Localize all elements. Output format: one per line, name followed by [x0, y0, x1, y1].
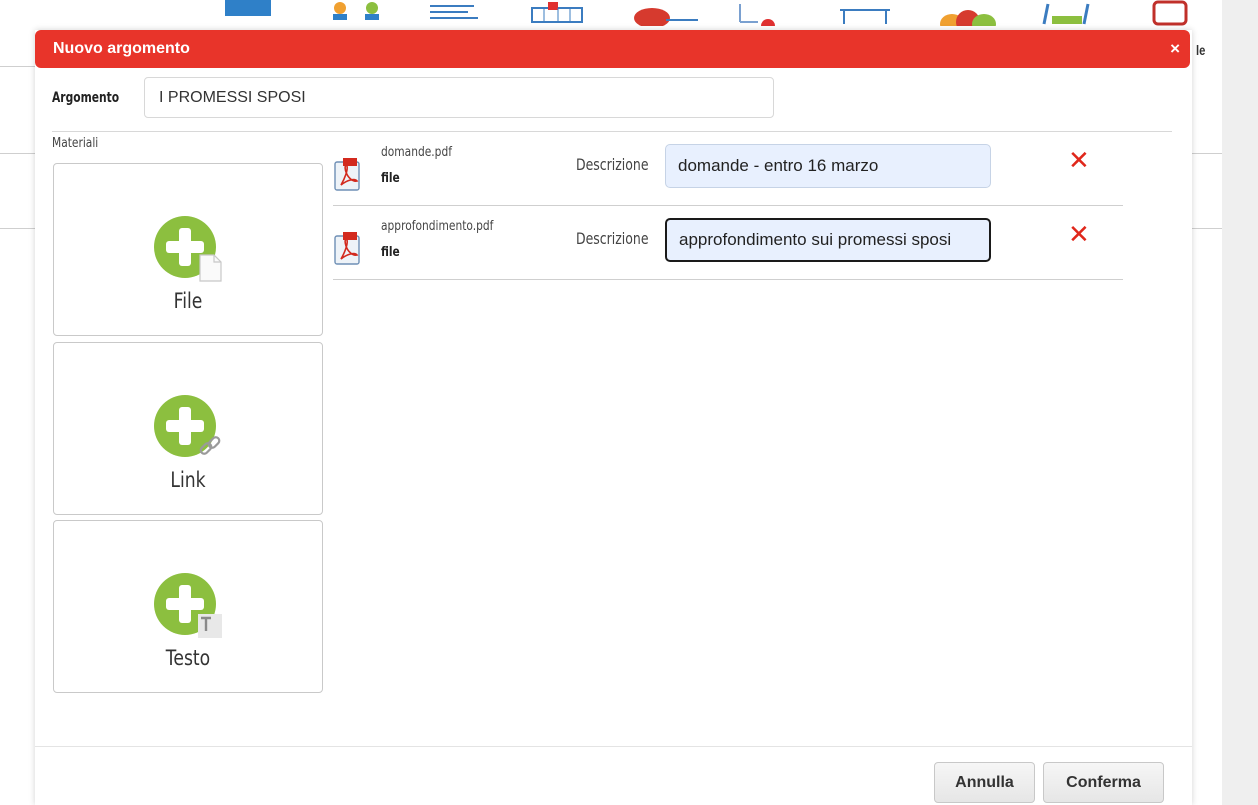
- background-label: le: [1196, 42, 1206, 58]
- description-input[interactable]: approfondimento sui promessi sposi: [665, 218, 991, 262]
- description-label: Descrizione: [576, 229, 649, 248]
- description-value: domande - entro 16 marzo: [678, 156, 879, 175]
- background-divider: [0, 153, 36, 154]
- background-divider: [1192, 228, 1222, 229]
- description-label: Descrizione: [576, 155, 649, 174]
- book-icon[interactable]: [1150, 0, 1196, 26]
- pdf-icon: [334, 158, 360, 191]
- add-link-tile[interactable]: Link: [53, 342, 323, 515]
- delete-icon[interactable]: ✕: [1068, 148, 1090, 174]
- file-name[interactable]: domande.pdf: [381, 145, 452, 160]
- grid-icon[interactable]: [530, 0, 586, 26]
- close-icon[interactable]: ×: [1170, 39, 1180, 59]
- add-file-tile[interactable]: File: [53, 163, 323, 336]
- text-icon: [198, 614, 222, 638]
- chart-icon[interactable]: [1040, 0, 1092, 26]
- pdf-icon: [334, 232, 360, 265]
- dialog-title: Nuovo argomento: [53, 40, 190, 57]
- desk-icon[interactable]: [838, 0, 894, 26]
- argument-input[interactable]: [144, 77, 774, 118]
- list-icon[interactable]: [428, 0, 488, 26]
- materials-label: Materiali: [52, 136, 99, 151]
- file-name[interactable]: approfondimento.pdf: [381, 219, 493, 234]
- users-icon[interactable]: [330, 0, 386, 26]
- background-divider: [0, 228, 36, 229]
- background-divider: [0, 66, 36, 67]
- dialog-titlebar: Nuovo argomento ×: [35, 30, 1190, 68]
- new-topic-dialog: Nuovo argomento × Argomento Materiali Fi…: [35, 30, 1192, 805]
- background-divider: [1192, 153, 1222, 154]
- file-type: file: [381, 171, 400, 186]
- group-icon[interactable]: [940, 0, 996, 34]
- add-file-label: File: [173, 289, 203, 313]
- file-type: file: [381, 245, 400, 260]
- cancel-button[interactable]: Annulla: [934, 762, 1035, 803]
- description-value: approfondimento sui promessi sposi: [679, 230, 952, 249]
- delete-icon[interactable]: ✕: [1068, 222, 1090, 248]
- right-side-panel: [1222, 0, 1258, 805]
- description-input[interactable]: domande - entro 16 marzo: [665, 144, 991, 188]
- link-icon: [199, 436, 221, 455]
- file-row: domande.pdf file Descrizione domande - e…: [333, 132, 1123, 206]
- add-link-label: Link: [170, 468, 206, 492]
- add-text-tile[interactable]: Testo: [53, 520, 323, 693]
- teacher-icon[interactable]: [630, 0, 700, 28]
- argument-label: Argomento: [52, 90, 120, 106]
- footer-divider: [35, 746, 1192, 747]
- calendar-icon[interactable]: [225, 0, 271, 26]
- confirm-button[interactable]: Conferma: [1043, 762, 1164, 803]
- add-text-label: Testo: [165, 646, 211, 670]
- file-row: approfondimento.pdf file Descrizione app…: [333, 206, 1123, 280]
- file-icon: [199, 254, 222, 282]
- document-alert-icon[interactable]: [738, 0, 788, 33]
